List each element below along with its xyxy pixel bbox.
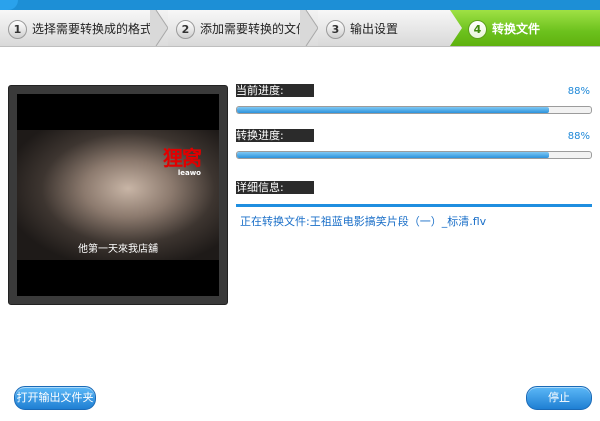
step-3-label: 输出设置	[350, 22, 399, 36]
current-progress-fill	[237, 107, 549, 113]
convert-progress-fill	[237, 152, 549, 158]
stop-button[interactable]: 停止	[526, 386, 592, 410]
watermark-logo: 狸窝 leawo	[163, 146, 202, 177]
details-label: 详细信息:	[236, 181, 314, 194]
step-2[interactable]: 2 添加需要转换的文件	[168, 10, 308, 46]
step-1-number: 1	[8, 20, 27, 39]
details-message: 正在转换文件:王祖蓝电影搞笑片段（一）_标清.flv	[240, 215, 487, 228]
video-preview-screen: 狸窝 leawo 他第一天來我店舖	[17, 94, 219, 296]
details-divider	[236, 204, 592, 207]
step-2-number: 2	[176, 20, 195, 39]
step-wizard-bar: 1 选择需要转换成的格式 2 添加需要转换的文件 3 输出设置 4 转换文件	[0, 10, 600, 47]
step-2-label: 添加需要转换的文件	[200, 22, 309, 36]
open-output-folder-button[interactable]: 打开输出文件夹	[14, 386, 96, 410]
banner-corner	[0, 0, 18, 10]
video-preview-frame: 狸窝 leawo 他第一天來我店舖	[8, 85, 228, 305]
current-progress-bar	[236, 106, 592, 114]
step-1[interactable]: 1 选择需要转换成的格式	[0, 10, 153, 46]
current-progress-label: 当前进度:	[236, 84, 314, 97]
convert-progress-bar	[236, 151, 592, 159]
step-3[interactable]: 3 输出设置	[318, 10, 450, 46]
step-4-label: 转换文件	[492, 22, 541, 36]
step-separator-arrow	[300, 10, 319, 46]
step-4-number: 4	[468, 20, 487, 39]
convert-progress-label: 转换进度:	[236, 129, 314, 142]
current-progress-percent: 88%	[567, 86, 590, 97]
convert-progress-percent: 88%	[567, 131, 590, 142]
step-4-active[interactable]: 4 转换文件	[450, 10, 600, 46]
video-subtitle: 他第一天來我店舖	[78, 244, 158, 255]
step-separator-arrow	[150, 10, 169, 46]
step-3-number: 3	[326, 20, 345, 39]
top-banner	[0, 0, 600, 10]
step-1-label: 选择需要转换成的格式	[32, 22, 153, 36]
